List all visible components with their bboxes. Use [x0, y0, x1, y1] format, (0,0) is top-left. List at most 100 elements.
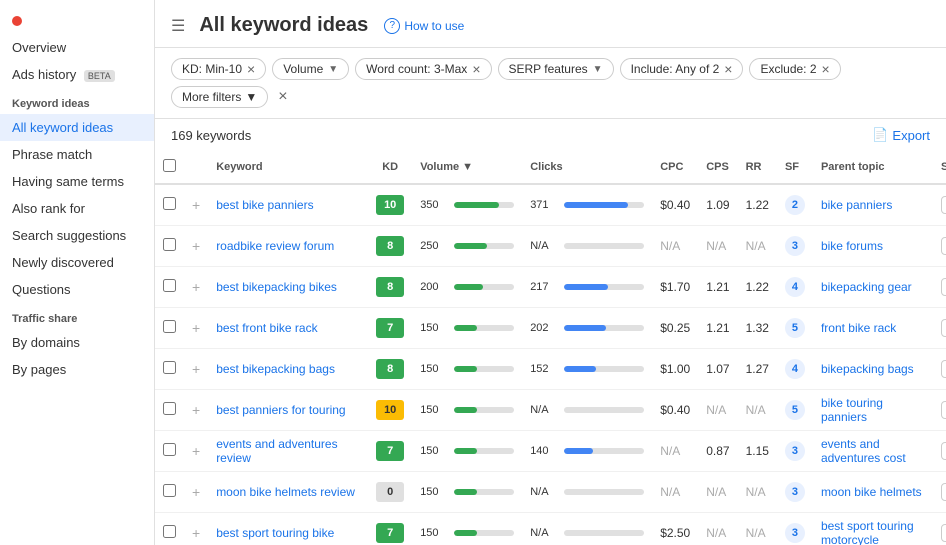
- add-keyword-icon[interactable]: +: [192, 320, 200, 336]
- keyword-link[interactable]: events and adventures review: [216, 437, 337, 465]
- sidebar-item-search-suggestions[interactable]: Search suggestions: [0, 222, 154, 249]
- row-checkbox[interactable]: [163, 525, 176, 538]
- add-keyword-icon[interactable]: +: [192, 279, 200, 295]
- parent-topic-link[interactable]: events and adventures cost: [821, 437, 906, 465]
- header-rr[interactable]: RR: [738, 151, 777, 184]
- row-checkbox[interactable]: [163, 443, 176, 456]
- header-serp[interactable]: SERP: [933, 151, 946, 184]
- filter-word-count[interactable]: Word count: 3-Max ×: [355, 58, 491, 80]
- sf-badge[interactable]: 5: [785, 400, 805, 420]
- more-filters-button[interactable]: More filters ▼: [171, 86, 268, 108]
- clear-all-filters[interactable]: ×: [278, 88, 287, 106]
- volume-bar-bg: [454, 325, 514, 331]
- help-link[interactable]: ? How to use: [384, 18, 464, 34]
- sidebar-item-phrase-match[interactable]: Phrase match: [0, 141, 154, 168]
- parent-topic-link[interactable]: moon bike helmets: [821, 485, 922, 499]
- select-all-checkbox[interactable]: [163, 159, 176, 172]
- volume-bar-container: 150: [420, 363, 514, 375]
- sidebar-item-having-same-terms[interactable]: Having same terms: [0, 168, 154, 195]
- add-keyword-icon[interactable]: +: [192, 361, 200, 377]
- parent-topic-link[interactable]: bikepacking gear: [821, 280, 912, 294]
- add-keyword-icon[interactable]: +: [192, 525, 200, 541]
- header-sf[interactable]: SF: [777, 151, 813, 184]
- sf-badge[interactable]: 4: [785, 359, 805, 379]
- add-keyword-icon[interactable]: +: [192, 443, 200, 459]
- filter-include[interactable]: Include: Any of 2 ×: [620, 58, 744, 80]
- serp-button[interactable]: SERP ▼: [941, 401, 946, 419]
- serp-button[interactable]: SERP ▼: [941, 319, 946, 337]
- row-cps-cell: 1.09: [698, 184, 737, 226]
- sidebar-item-all-keyword-ideas[interactable]: All keyword ideas: [0, 114, 154, 141]
- row-checkbox[interactable]: [163, 361, 176, 374]
- serp-button[interactable]: SERP ▼: [941, 442, 946, 460]
- sidebar-item-overview[interactable]: Overview: [0, 34, 154, 61]
- add-keyword-icon[interactable]: +: [192, 402, 200, 418]
- keyword-link[interactable]: best bike panniers: [216, 198, 313, 212]
- row-add-cell: +: [184, 513, 208, 545]
- header-clicks[interactable]: Clicks: [522, 151, 652, 184]
- header-kd[interactable]: KD: [368, 151, 412, 184]
- header-cpc[interactable]: CPC: [652, 151, 698, 184]
- header-cps[interactable]: CPS: [698, 151, 737, 184]
- sf-badge[interactable]: 3: [785, 523, 805, 543]
- filter-kd-remove[interactable]: ×: [247, 62, 255, 76]
- hamburger-icon[interactable]: ☰: [171, 16, 185, 36]
- keyword-link[interactable]: best bikepacking bags: [216, 362, 335, 376]
- parent-topic-link[interactable]: best sport touring motorcycle: [821, 519, 914, 545]
- sidebar-item-newly-discovered[interactable]: Newly discovered: [0, 249, 154, 276]
- keyword-link[interactable]: best front bike rack: [216, 321, 317, 335]
- serp-button[interactable]: SERP ▼: [941, 278, 946, 296]
- add-keyword-icon[interactable]: +: [192, 197, 200, 213]
- filter-exclude[interactable]: Exclude: 2 ×: [749, 58, 840, 80]
- sf-badge[interactable]: 3: [785, 236, 805, 256]
- filter-exclude-remove[interactable]: ×: [822, 62, 830, 76]
- sidebar-item-questions[interactable]: Questions: [0, 276, 154, 303]
- keyword-link[interactable]: best panniers for touring: [216, 403, 345, 417]
- serp-button[interactable]: SERP ▼: [941, 237, 946, 255]
- row-checkbox[interactable]: [163, 402, 176, 415]
- serp-button[interactable]: SERP ▼: [941, 483, 946, 501]
- header-add-col: [184, 151, 208, 184]
- parent-topic-link[interactable]: bikepacking bags: [821, 362, 914, 376]
- keyword-link[interactable]: moon bike helmets review: [216, 485, 355, 499]
- row-checkbox[interactable]: [163, 320, 176, 333]
- add-keyword-icon[interactable]: +: [192, 484, 200, 500]
- keyword-text: bike panniers: [239, 198, 314, 212]
- clicks-bar-fill: [564, 202, 628, 208]
- filter-word-count-remove[interactable]: ×: [472, 62, 480, 76]
- sidebar-item-also-rank-for[interactable]: Also rank for: [0, 195, 154, 222]
- filter-kd[interactable]: KD: Min-10 ×: [171, 58, 266, 80]
- table-row: + roadbike review forum 8 250 N/A: [155, 226, 946, 267]
- row-checkbox[interactable]: [163, 197, 176, 210]
- row-checkbox[interactable]: [163, 279, 176, 292]
- parent-topic-link[interactable]: bike touring panniers: [821, 396, 883, 424]
- sf-badge[interactable]: 2: [785, 195, 805, 215]
- export-button[interactable]: 📄 Export: [872, 127, 930, 143]
- table-row: + best bike panniers 10 350 371: [155, 184, 946, 226]
- row-checkbox[interactable]: [163, 238, 176, 251]
- filter-serp[interactable]: SERP features ▼: [498, 58, 614, 80]
- sf-badge[interactable]: 5: [785, 318, 805, 338]
- serp-button[interactable]: SERP ▼: [941, 196, 946, 214]
- filter-include-remove[interactable]: ×: [724, 62, 732, 76]
- add-keyword-icon[interactable]: +: [192, 238, 200, 254]
- sf-badge[interactable]: 3: [785, 482, 805, 502]
- parent-topic-link[interactable]: bike forums: [821, 239, 883, 253]
- row-checkbox[interactable]: [163, 484, 176, 497]
- sidebar-item-by-domains[interactable]: By domains: [0, 329, 154, 356]
- keyword-link[interactable]: best sport touring bike: [216, 526, 334, 540]
- parent-topic-link[interactable]: bike panniers: [821, 198, 892, 212]
- filter-volume[interactable]: Volume ▼: [272, 58, 349, 80]
- serp-button[interactable]: SERP ▼: [941, 360, 946, 378]
- header-volume[interactable]: Volume ▼: [412, 151, 522, 184]
- sidebar-item-by-pages[interactable]: By pages: [0, 356, 154, 383]
- keyword-link[interactable]: best bikepacking bikes: [216, 280, 337, 294]
- header-parent-topic[interactable]: Parent topic: [813, 151, 933, 184]
- sf-badge[interactable]: 3: [785, 441, 805, 461]
- serp-button[interactable]: SERP ▼: [941, 524, 946, 542]
- sidebar-item-ads-history[interactable]: Ads history BETA: [0, 61, 154, 88]
- sf-badge[interactable]: 4: [785, 277, 805, 297]
- keyword-link[interactable]: roadbike review forum: [216, 239, 334, 253]
- header-keyword[interactable]: Keyword: [208, 151, 368, 184]
- parent-topic-link[interactable]: front bike rack: [821, 321, 896, 335]
